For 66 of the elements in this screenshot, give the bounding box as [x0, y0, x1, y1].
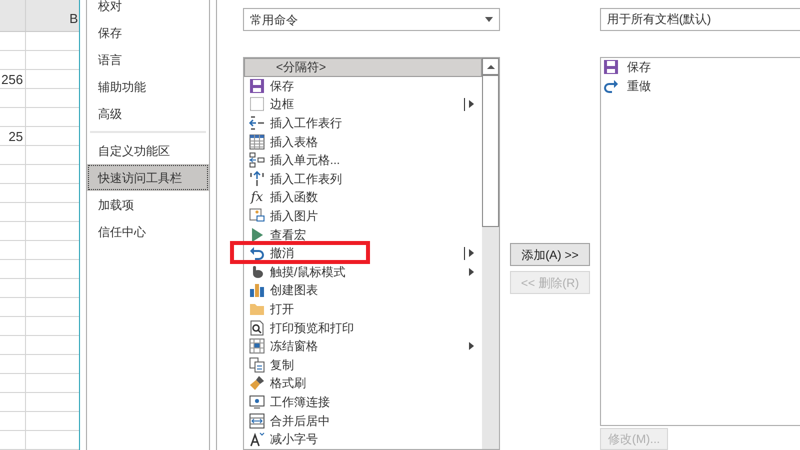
nav-item[interactable]: 高级 — [87, 100, 209, 127]
command-item[interactable]: 插入表格 — [270, 136, 318, 148]
command-item[interactable]: 查看宏 — [270, 228, 306, 241]
submenu-arrow-icon — [469, 100, 474, 108]
function-icon: fx — [250, 190, 264, 204]
table-icon — [249, 134, 265, 150]
command-item[interactable]: 复制 — [270, 358, 294, 371]
toolbar-dropdown[interactable]: 用于所有文档(默认) — [600, 8, 800, 31]
submenu-arrow-icon — [469, 249, 474, 258]
command-item[interactable]: 边框 — [270, 98, 294, 110]
nav-item[interactable]: 信任中心 — [87, 218, 209, 245]
command-item[interactable]: 插入单元格... — [270, 154, 340, 166]
copy-icon — [249, 356, 265, 373]
nav-item[interactable]: 辅助功能 — [87, 73, 209, 100]
command-item[interactable]: 冻结窗格 — [270, 340, 318, 352]
cell-value: 25 — [8, 130, 23, 142]
submenu-arrow-icon — [469, 268, 474, 276]
command-item[interactable]: 触摸/鼠标模式 — [270, 266, 346, 278]
command-item[interactable]: 保存 — [270, 80, 294, 92]
command-item[interactable]: 工作簿连接 — [270, 396, 330, 408]
command-item[interactable]: 打开 — [270, 303, 294, 316]
scrollbar[interactable] — [482, 58, 499, 449]
command-item[interactable]: 插入图片 — [270, 210, 318, 222]
command-item[interactable]: <分隔符> — [244, 58, 482, 77]
command-item[interactable]: 创建图表 — [270, 284, 318, 296]
scroll-up-icon[interactable] — [486, 64, 494, 68]
submenu-arrow-icon — [469, 342, 474, 350]
font-smaller-icon — [249, 431, 265, 448]
add-button[interactable]: 添加(A) >> — [510, 243, 590, 266]
insert-column-icon — [249, 170, 265, 187]
scroll-thumb[interactable] — [482, 75, 499, 227]
toolbar-item[interactable]: 保存 — [627, 58, 651, 76]
dotted-border-icon — [249, 96, 265, 112]
paintbrush-icon — [249, 375, 265, 392]
insert-cells-icon — [249, 152, 265, 168]
insert-row-icon — [249, 115, 265, 132]
command-item[interactable]: 插入函数 — [270, 191, 318, 204]
command-item[interactable]: 插入工作表行 — [270, 117, 342, 130]
command-item[interactable]: 撤消 — [270, 247, 294, 260]
command-item[interactable]: 合并后居中 — [270, 414, 330, 427]
nav-item[interactable]: 自定义功能区 — [87, 137, 209, 164]
command-item[interactable]: 格式刷 — [270, 377, 306, 390]
command-item[interactable]: 减小字号 — [270, 433, 318, 446]
picture-icon — [249, 208, 265, 224]
nav-item[interactable]: 语言 — [87, 46, 209, 73]
nav-item[interactable]: 快速访问工具栏 — [87, 164, 209, 191]
dropdown-caret-icon — [485, 17, 493, 22]
nav-item[interactable]: 加载项 — [87, 191, 209, 218]
column-header[interactable]: B — [69, 12, 78, 25]
dropdown-value: 用于所有文档(默认) — [607, 11, 711, 28]
grid-icon — [249, 338, 265, 354]
undo-arrow-icon — [249, 245, 265, 262]
folder-icon — [249, 301, 265, 318]
merge-center-icon — [249, 412, 265, 429]
dropdown-value: 常用命令 — [250, 12, 298, 28]
bar-chart-icon — [249, 282, 265, 298]
magnifier-page-icon — [249, 320, 265, 336]
screen-link-icon — [249, 394, 265, 410]
cell-value: 256 — [1, 72, 23, 86]
redo-arrow-icon — [603, 78, 619, 94]
toolbar-item[interactable]: 重做 — [627, 77, 651, 96]
play-triangle-icon — [249, 226, 265, 243]
commands-dropdown[interactable]: 常用命令 — [243, 8, 500, 31]
nav-item[interactable]: 保存 — [87, 19, 209, 46]
command-item[interactable]: 插入工作表列 — [270, 172, 342, 185]
command-item[interactable]: 打印预览和打印 — [270, 322, 354, 334]
